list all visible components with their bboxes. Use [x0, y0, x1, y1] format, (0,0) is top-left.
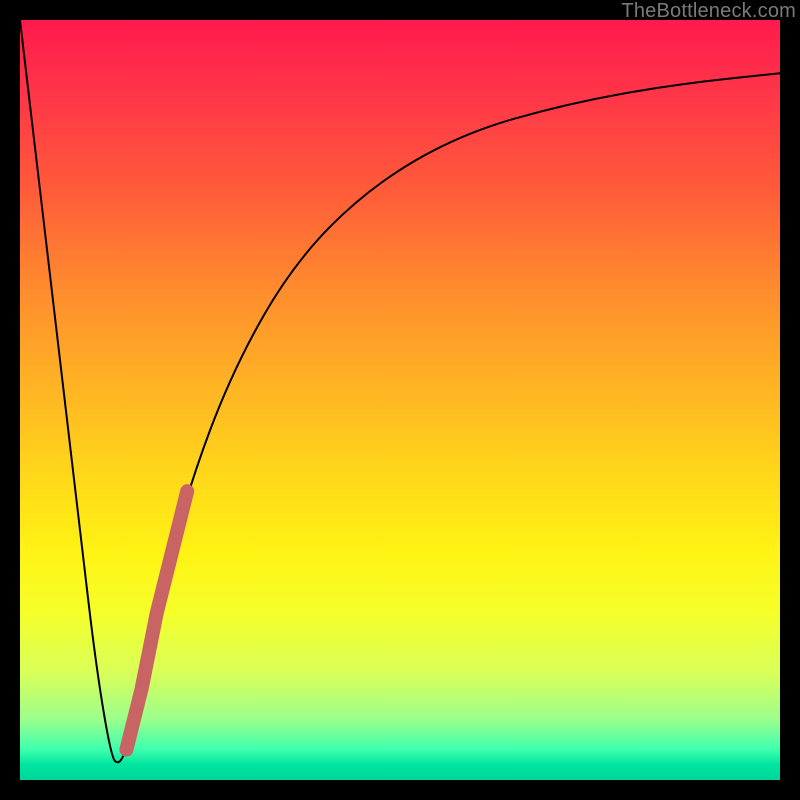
highlighted-segment: [126, 491, 187, 749]
curve-layer: [20, 20, 780, 780]
watermark-text: TheBottleneck.com: [621, 0, 796, 23]
bottleneck-curve: [20, 20, 780, 762]
plot-area: [20, 20, 780, 780]
chart-frame: TheBottleneck.com: [0, 0, 800, 800]
